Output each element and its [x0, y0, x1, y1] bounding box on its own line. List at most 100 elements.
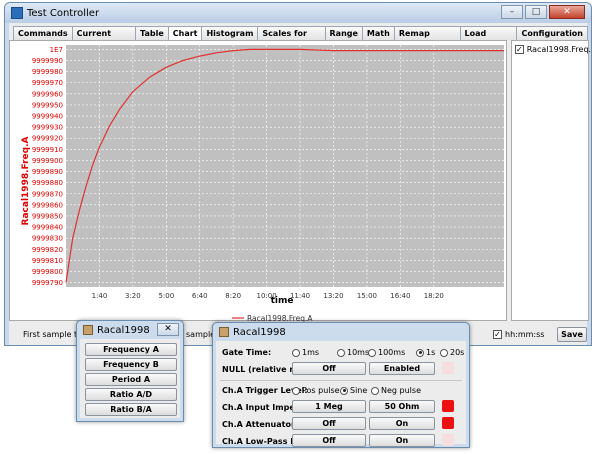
gate-time-1s-label: 1s: [426, 348, 436, 357]
null-enabled-button[interactable]: Enabled: [369, 362, 435, 375]
series-list-panel: ✓ Racal1998.Freq.A: [511, 40, 591, 321]
impedance-1meg-button[interactable]: 1 Meg: [292, 400, 366, 413]
separator: [220, 380, 462, 381]
y-tick-label: 9999950: [32, 101, 63, 109]
lowpass-off-button[interactable]: Off: [292, 434, 366, 447]
radio-10ms[interactable]: [337, 348, 345, 357]
tab-scales-for-chart[interactable]: Scales for chart: [257, 26, 326, 51]
tab-load-devices[interactable]: Load devices: [459, 26, 518, 51]
frequency-b-button[interactable]: Frequency B: [85, 358, 177, 371]
settings-dialog-title: Racal1998: [233, 326, 286, 338]
null-off-button[interactable]: Off: [292, 362, 366, 375]
trigger-neg-pulse[interactable]: Neg pulse: [371, 386, 421, 395]
y-tick-label: 9999890: [32, 168, 63, 176]
lowpass-on-button[interactable]: On: [369, 434, 435, 447]
gate-time-20s[interactable]: 20s: [440, 348, 464, 357]
trigger-sine[interactable]: Sine: [340, 386, 367, 395]
x-tick-label: 15:00: [357, 292, 377, 300]
settings-dialog-body: Gate Time: 1ms 10ms 100ms 1s 20s NULL (r…: [216, 341, 466, 447]
y-tick-label: 9999850: [32, 212, 63, 220]
x-axis-label: time: [271, 296, 294, 306]
gate-time-10ms[interactable]: 10ms: [337, 348, 369, 357]
x-tick-labels: 1:40 3:20 5:00 6:40 8:20 10:00 11:40 13:20 15:00…: [92, 292, 444, 300]
save-button[interactable]: Save: [557, 327, 587, 342]
y-axis-label: Racal1998.Freq.A: [21, 137, 31, 226]
series-list-label: Racal1998.Freq.A: [526, 45, 592, 54]
attenuator-on-button[interactable]: On: [369, 417, 435, 430]
y-tick-label: 9999830: [32, 235, 63, 243]
x-tick-label: 8:20: [225, 292, 241, 300]
radio-20s[interactable]: [440, 348, 448, 357]
tab-remap-handles[interactable]: Remap handles: [393, 26, 461, 51]
gate-time-100ms-label: 100ms: [378, 348, 406, 357]
plot-background: [66, 45, 504, 287]
period-a-button[interactable]: Period A: [85, 373, 177, 386]
tab-configuration[interactable]: Configuration: [516, 26, 588, 40]
trigger-pos-pulse[interactable]: Pos pulse: [292, 386, 340, 395]
y-tick-label: 9999840: [32, 224, 63, 232]
app-icon: [11, 7, 23, 19]
gate-time-100ms[interactable]: 100ms: [368, 348, 405, 357]
y-tick-label: 9999980: [32, 68, 63, 76]
tab-histogram[interactable]: Histogram: [201, 26, 259, 40]
y-tick-label: 9999820: [32, 246, 63, 254]
radio-sine[interactable]: [340, 386, 348, 395]
device-icon: [83, 325, 93, 335]
main-window: Test Controller – □ ✕ Commands Current v…: [4, 2, 592, 346]
ratio-a-d-button[interactable]: Ratio A/D: [85, 388, 177, 401]
chart[interactable]: 1E7 9999990 9999980 9999970 9999960 9999950 99…: [10, 41, 508, 322]
gate-time-label: Gate Time:: [222, 348, 272, 357]
x-tick-label: 6:40: [192, 292, 208, 300]
gate-time-1s[interactable]: 1s: [416, 348, 435, 357]
client-area: Commands Current values Table Chart Hist…: [9, 23, 591, 345]
function-dialog-title: Racal1998: [97, 324, 150, 336]
settings-dialog-title-bar[interactable]: Racal1998: [213, 323, 469, 341]
y-tick-label: 9999790: [32, 279, 63, 287]
gate-time-1ms-label: 1ms: [302, 348, 320, 357]
series-list-item[interactable]: ✓ Racal1998.Freq.A: [512, 41, 591, 58]
radio-100ms[interactable]: [368, 348, 376, 357]
function-dialog-title-bar[interactable]: Racal1998 ✕: [77, 321, 183, 339]
x-tick-label: 1:40: [92, 292, 108, 300]
trigger-neg-pulse-label: Neg pulse: [381, 386, 421, 395]
x-tick-label: 5:00: [158, 292, 174, 300]
tab-table[interactable]: Table: [135, 26, 169, 40]
radio-1s[interactable]: [416, 348, 424, 357]
y-tick-label: 9999940: [32, 113, 63, 121]
y-tick-label: 9999870: [32, 190, 63, 198]
title-bar[interactable]: Test Controller – □ ✕: [5, 3, 591, 23]
legend-label: Racal1998.Freq.A: [247, 314, 313, 322]
maximize-button[interactable]: □: [525, 5, 547, 19]
ratio-b-a-button[interactable]: Ratio B/A: [85, 403, 177, 416]
tab-range[interactable]: Range: [324, 26, 363, 40]
hhmmss-checkbox[interactable]: ✓: [493, 330, 502, 339]
impedance-50ohm-button[interactable]: 50 Ohm: [369, 400, 435, 413]
function-dialog-close-button[interactable]: ✕: [157, 323, 179, 336]
series-checkbox[interactable]: ✓: [515, 45, 524, 54]
frequency-a-button[interactable]: Frequency A: [85, 343, 177, 356]
x-tick-label: 18:20: [424, 292, 444, 300]
y-tick-label: 1E7: [50, 46, 63, 54]
radio-1ms[interactable]: [292, 348, 300, 357]
close-button[interactable]: ✕: [549, 5, 585, 19]
device-icon: [219, 327, 229, 337]
chart-panel[interactable]: 1E7 9999990 9999980 9999970 9999960 9999950 99…: [9, 40, 508, 322]
attenuator-label: Ch.A Attenuator:: [222, 420, 299, 429]
tab-chart[interactable]: Chart: [167, 26, 203, 41]
tab-current-values[interactable]: Current values: [71, 26, 137, 51]
function-dialog-body: Frequency A Frequency B Period A Ratio A…: [80, 339, 180, 418]
radio-pos-pulse[interactable]: [292, 386, 300, 395]
radio-neg-pulse[interactable]: [371, 386, 379, 395]
tab-commands[interactable]: Commands: [13, 26, 73, 40]
gate-time-10ms-label: 10ms: [347, 348, 370, 357]
minimize-button[interactable]: –: [501, 5, 523, 19]
hhmmss-label: hh:mm:ss: [505, 330, 545, 339]
attenuator-off-button[interactable]: Off: [292, 417, 366, 430]
y-tick-label: 9999970: [32, 79, 63, 87]
gate-time-1ms[interactable]: 1ms: [292, 348, 319, 357]
x-tick-label: 13:20: [323, 292, 343, 300]
gate-time-20s-label: 20s: [450, 348, 465, 357]
null-status-led: [442, 362, 454, 374]
tab-math[interactable]: Math: [361, 26, 395, 40]
y-tick-label: 9999930: [32, 124, 63, 132]
